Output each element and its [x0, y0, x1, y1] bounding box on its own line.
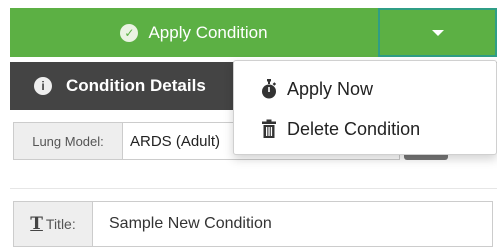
menu-item-label: Apply Now: [287, 78, 374, 99]
section-divider: [10, 188, 497, 189]
menu-item-label: Delete Condition: [287, 118, 421, 139]
apply-options-toggle[interactable]: [378, 8, 497, 57]
caret-down-icon: [431, 29, 444, 36]
trash-icon: [260, 118, 278, 140]
text-t-icon: T: [30, 214, 43, 234]
apply-dropdown-menu: Apply Now Delete Condition: [233, 60, 497, 155]
condition-details-title: Condition Details: [66, 76, 206, 95]
lung-model-label: Lung Model:: [13, 122, 123, 160]
apply-condition-label: Apply Condition: [148, 22, 268, 42]
title-label-box: T Title:: [13, 201, 93, 247]
apply-condition-split-button: ✓ Apply Condition: [10, 8, 497, 57]
menu-item-apply-now[interactable]: Apply Now: [234, 70, 496, 108]
apply-condition-button[interactable]: ✓ Apply Condition: [10, 8, 378, 57]
menu-item-delete-condition[interactable]: Delete Condition: [234, 110, 496, 148]
stopwatch-icon: [260, 78, 278, 100]
title-label: Title:: [45, 216, 76, 232]
title-row: T Title: Sample New Condition: [13, 201, 493, 247]
check-circle-icon: ✓: [120, 23, 139, 42]
title-input[interactable]: Sample New Condition: [92, 201, 493, 247]
info-icon: i: [34, 77, 52, 95]
